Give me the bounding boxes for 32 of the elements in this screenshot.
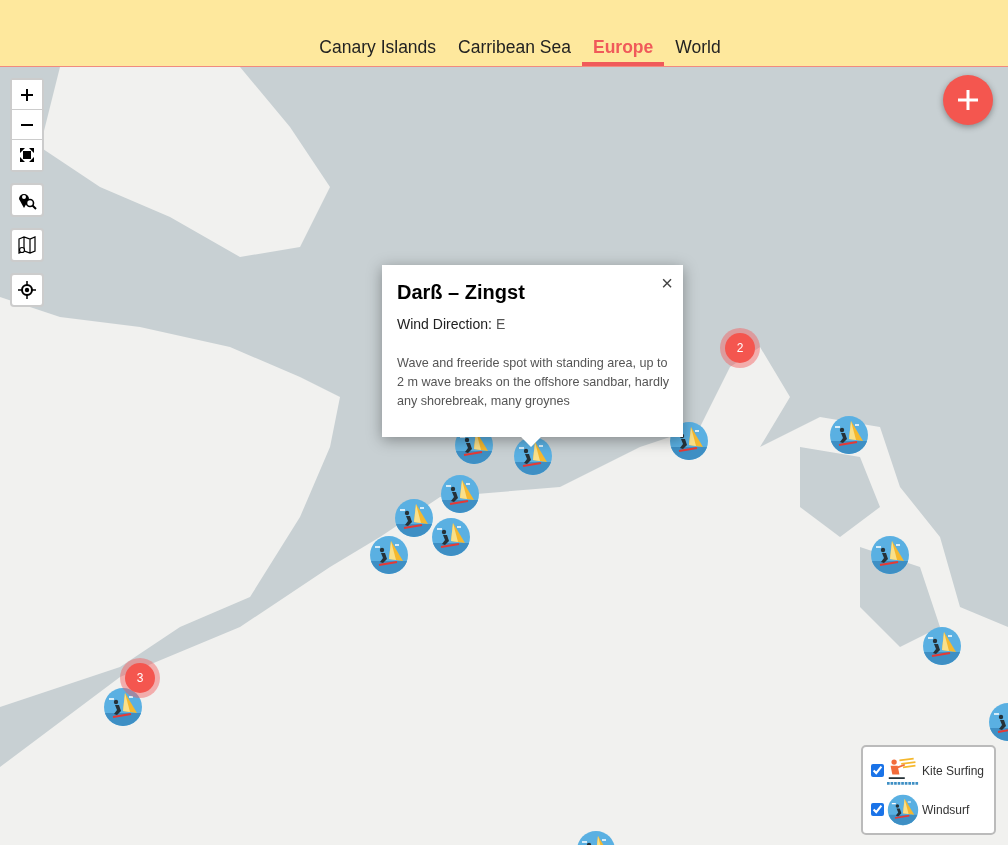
windsurf-marker-icon[interactable] (103, 687, 143, 727)
windsurf-marker-icon[interactable] (394, 498, 434, 538)
zoom-in-button[interactable] (12, 80, 42, 110)
windsurf-marker-icon[interactable] (440, 474, 480, 514)
legend-label: Windsurf (922, 802, 970, 817)
plus-icon (20, 87, 34, 102)
tab[interactable]: World (664, 37, 732, 66)
map-search-button[interactable] (10, 228, 44, 262)
locate-button[interactable] (10, 273, 44, 307)
spot-description: Wave and freeride spot with standing area, up to 2 m wave breaks on the offshore sandbar, hardly any shorebreak, many groynes (397, 355, 671, 410)
location-search-button[interactable] (10, 183, 44, 217)
windsurfer-icon (887, 793, 919, 826)
plus-icon (957, 89, 979, 111)
tab[interactable]: Carribean Sea (447, 37, 582, 66)
wind-direction-value: E (495, 316, 506, 332)
crosshair-icon (18, 281, 36, 299)
legend-checkbox[interactable] (871, 803, 884, 816)
fullscreen-icon (20, 148, 34, 162)
legend-checkbox[interactable] (871, 764, 884, 777)
windsurf-marker-icon[interactable] (870, 535, 910, 575)
popup-title: Darß – Zingst (397, 281, 526, 304)
windsurf-marker-icon[interactable] (922, 626, 962, 666)
map-icon (17, 235, 37, 255)
legend-label: Kite Surfing (922, 763, 985, 778)
windsurf-marker-icon[interactable] (513, 436, 553, 476)
close-button[interactable]: × (661, 273, 673, 293)
windsurf-marker-icon[interactable] (829, 415, 869, 455)
tab[interactable]: Canary Islands (308, 37, 448, 66)
minus-icon (20, 123, 34, 126)
windsurf-marker-icon[interactable] (431, 517, 471, 557)
windsurf-marker-icon[interactable] (369, 535, 409, 575)
wind-direction-label: Wind Direction: (397, 316, 492, 332)
